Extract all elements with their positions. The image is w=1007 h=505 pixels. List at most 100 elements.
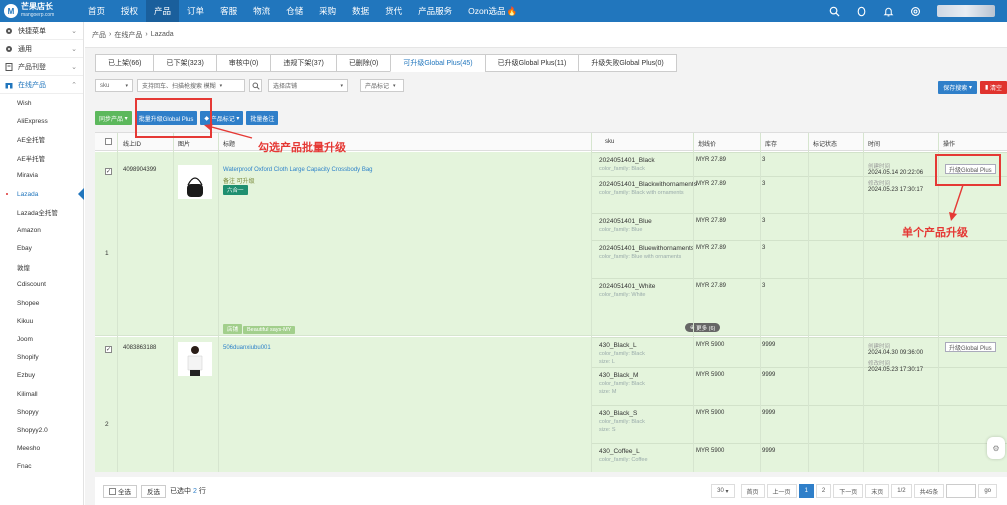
sidebar-item[interactable]: Wish (0, 94, 83, 112)
sku-attribute: color_family: Black (599, 351, 645, 357)
search-field-select[interactable]: sku ▾ (95, 79, 133, 92)
next-page-button[interactable]: 下一页 (833, 484, 864, 498)
last-page-button[interactable]: 末页 (865, 484, 890, 498)
status-tab[interactable]: 审核中(0) (215, 54, 272, 72)
nav-item[interactable]: 订单 (179, 0, 212, 22)
status-tab[interactable]: 升级失败Global Plus(0) (578, 54, 677, 72)
sidebar-item[interactable]: AliExpress (0, 112, 83, 130)
trash-icon: ▮ (985, 85, 989, 91)
sidebar-group-shortcuts[interactable]: 快捷菜单 ⌄ (0, 22, 83, 40)
status-tab[interactable]: 已下架(323) (153, 54, 217, 72)
sidebar-item[interactable]: Ebay (0, 240, 83, 258)
sidebar-item[interactable]: Fnac (0, 458, 83, 476)
nav-item[interactable]: 授权 (113, 0, 146, 22)
page-button[interactable]: 2 (815, 484, 832, 498)
breadcrumb-products[interactable]: 产品 (92, 30, 106, 40)
table-row[interactable]: ✓ 2 4083863188 506duanxiubu001 430_Black… (95, 337, 1007, 472)
prev-page-button[interactable]: 上一页 (766, 484, 797, 498)
product-title-link[interactable]: Waterproof Oxford Cloth Large Capacity C… (223, 167, 373, 173)
sku-stock: 9999 (762, 342, 776, 348)
sku-row: 430_Black_M color_family: Black size: M MYR… (591, 367, 1007, 395)
nav-item[interactable]: 客服 (212, 0, 245, 22)
sku-stock: 3 (762, 283, 766, 289)
sku-price: MYR 27.89 (696, 245, 727, 251)
mark-select[interactable]: 产品标记 ▾ (360, 79, 404, 92)
sidebar-item[interactable]: Shopyy2.0 (0, 421, 83, 439)
sidebar-item[interactable]: Miravia (0, 167, 83, 185)
search-icon[interactable] (829, 6, 840, 17)
sidebar-group-listing[interactable]: 产品刊登 ⌄ (0, 58, 83, 76)
sidebar-item[interactable]: Shopify (0, 349, 83, 367)
sidebar-item[interactable]: Lazada全托管 (0, 203, 83, 221)
nav-item[interactable]: Ozon选品 🔥 (460, 0, 525, 22)
more-skus-button[interactable]: ⊕ 更多 (6) (685, 323, 721, 332)
sidebar-item[interactable]: Meesho (0, 440, 83, 458)
sidebar-item[interactable]: Kikuu (0, 312, 83, 330)
sku-code: 430_Black_L (599, 342, 637, 349)
nav-item[interactable]: 仓储 (278, 0, 311, 22)
user-avatar[interactable] (937, 5, 995, 17)
sidebar-item[interactable]: AE半托管 (0, 149, 83, 167)
sku-code: 2024051401_Blue (599, 218, 652, 225)
store-label: 店铺 (223, 324, 243, 334)
product-image[interactable] (178, 342, 212, 376)
sku-code: 2024051401_Bluewithornaments (599, 245, 695, 252)
select-all-button[interactable]: 全选 (103, 484, 137, 498)
first-page-button[interactable]: 首页 (740, 484, 765, 498)
nav-item[interactable]: 产品 (146, 0, 180, 22)
upgrade-global-plus-button[interactable]: 升级Global Plus (945, 342, 996, 352)
sidebar-group-general[interactable]: 通用 ⌄ (0, 40, 83, 58)
product-image[interactable] (178, 165, 212, 199)
qq-icon[interactable] (856, 6, 867, 17)
page-jump-input[interactable] (946, 484, 977, 498)
assistant-float-icon[interactable]: ⚙ (987, 437, 1005, 459)
sidebar-item[interactable]: Cdiscount (0, 276, 83, 294)
gear-icon (5, 27, 13, 35)
annotation-single: 单个产品升级 (902, 227, 968, 239)
search-button[interactable] (249, 79, 262, 92)
sidebar-item[interactable]: 敦煌 (0, 258, 83, 276)
invert-selection-button[interactable]: 反选 (141, 484, 166, 498)
nav-item[interactable]: 产品服务 (410, 0, 460, 22)
page-size-select[interactable]: 30 ▾ (711, 484, 735, 498)
sku-attribute: color_family: Black (599, 381, 645, 387)
select-all-checkbox[interactable] (105, 138, 112, 145)
sidebar-item[interactable]: Shopee (0, 294, 83, 312)
sidebar-item[interactable]: Ezbuy (0, 367, 83, 385)
sidebar-item[interactable]: Kilimall (0, 385, 83, 403)
page-button[interactable]: 1 (798, 484, 814, 498)
brand-logo[interactable]: M 芒果店长 mangoerp.com (0, 0, 80, 22)
status-tab[interactable]: 违规下架(37) (270, 54, 337, 72)
status-tab[interactable]: 可升级Global Plus(45) (390, 54, 486, 72)
go-button[interactable]: go (978, 484, 997, 498)
row-checkbox[interactable]: ✓ (105, 168, 112, 175)
table-row[interactable]: ✓ 1 4098904399 Waterproof Oxford Cloth L… (95, 152, 1007, 336)
nav-item[interactable]: 数据 (344, 0, 377, 22)
breadcrumb-online-products[interactable]: 在线产品 (114, 30, 142, 40)
settings-icon[interactable] (910, 6, 921, 17)
sidebar-item[interactable]: Amazon (0, 221, 83, 239)
nav-item[interactable]: 货代 (377, 0, 410, 22)
sidebar-item[interactable]: Lazada (0, 185, 84, 203)
nav-item[interactable]: 首页 (80, 0, 113, 22)
clear-button[interactable]: ▮ 清空 (980, 81, 1007, 94)
sku-row: 2024051401_Black color_family: Black MYR 2… (591, 152, 1007, 172)
store-select[interactable]: 选择店铺 ▾ (268, 79, 348, 92)
modified-time: 2024.05.23 17:30:17 (868, 367, 924, 373)
search-input[interactable]: 支持回车、扫描枪搜索 模糊 ▾ (137, 79, 245, 92)
status-tab[interactable]: 已上架(66) (95, 54, 155, 72)
sidebar-item[interactable]: AE全托管 (0, 130, 83, 148)
row-checkbox[interactable]: ✓ (105, 346, 112, 353)
sidebar-item[interactable]: Shopyy (0, 403, 83, 421)
sidebar-group-online-products[interactable]: 在线产品 ⌃ (0, 76, 83, 94)
status-tab[interactable]: 已删除(0) (335, 54, 392, 72)
sidebar-item[interactable]: Joom (0, 330, 83, 348)
sync-products-button[interactable]: 同步产品 ▾ (95, 111, 132, 125)
sku-code: 2024051401_Black (599, 157, 655, 164)
nav-item[interactable]: 采购 (311, 0, 344, 22)
status-tab[interactable]: 已升级Global Plus(11) (484, 54, 580, 72)
product-title-link[interactable]: 506duanxiubu001 (223, 345, 271, 351)
bell-icon[interactable] (883, 6, 894, 17)
nav-item[interactable]: 物流 (245, 0, 278, 22)
save-search-button[interactable]: 保存搜索 ▾ (938, 81, 977, 94)
